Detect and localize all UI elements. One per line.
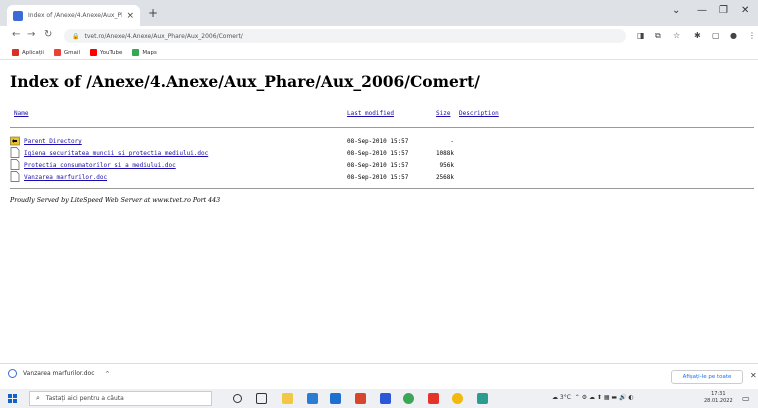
windows-taskbar: ⌕ Tastați aici pentru a căuta ☁ 3°C ⌃ ⚙ … — [0, 389, 758, 408]
windows-start-icon[interactable] — [8, 394, 17, 403]
profile-icon[interactable]: ● — [730, 31, 737, 40]
sort-by-modified-link[interactable]: Last modified — [347, 110, 394, 117]
download-shelf: Vanzarea marfurilor.doc ⌃ Afișați-le pe … — [0, 363, 758, 388]
row-modified: 08-Sep-2010 15:57 — [347, 162, 409, 169]
cortana-icon[interactable] — [233, 394, 242, 403]
sort-by-description-link[interactable]: Description — [459, 110, 499, 117]
bookmark-gmail[interactable]: Gmail — [53, 49, 80, 56]
tab-favicon-icon — [13, 10, 23, 21]
page-title: Index of /Anexe/4.Anexe/Aux_Phare/Aux_20… — [10, 72, 480, 91]
file-link[interactable]: Igiena securitatea muncii si protectia m… — [24, 150, 208, 157]
notifications-icon[interactable]: ▭ — [742, 394, 750, 403]
minimize-icon[interactable]: — — [697, 5, 707, 16]
tab-search-icon[interactable]: ⌄ — [672, 5, 680, 16]
mail-app-icon[interactable] — [330, 393, 341, 404]
sidepanel-icon[interactable]: ▢ — [712, 31, 720, 40]
sort-by-name-link[interactable]: Name — [14, 110, 28, 117]
file-explorer-icon[interactable] — [282, 393, 293, 404]
sort-by-size-link[interactable]: Size — [436, 110, 450, 117]
menu-icon[interactable]: ⋮ — [748, 31, 756, 40]
extensions-icon[interactable]: ✱ — [694, 31, 701, 40]
tab-close-icon[interactable]: × — [126, 11, 134, 21]
download-filename: Vanzarea marfurilor.doc — [23, 370, 95, 377]
apps-grid-icon — [12, 49, 19, 56]
lock-icon: 🔒 — [72, 32, 80, 40]
file-link[interactable]: Protectia consumatorilor si a mediului.d… — [24, 162, 176, 169]
task-view-icon[interactable] — [256, 393, 267, 404]
pdf-app-icon[interactable] — [428, 393, 439, 404]
address-url: tvet.ro/Anexe/4.Anexe/Aux_Phare/Aux_2006… — [84, 32, 243, 40]
reload-icon[interactable]: ↻ — [44, 29, 52, 40]
taskbar-clock[interactable]: 17:31 28.01.2022 — [704, 391, 733, 405]
close-shelf-icon[interactable]: ✕ — [750, 371, 757, 380]
share-icon[interactable]: ⧉ — [655, 31, 661, 41]
table-row: Protectia consumatorilor si a mediului.d… — [10, 159, 754, 170]
clock-time: 17:31 — [711, 391, 726, 397]
row-modified: 08-Sep-2010 15:57 — [347, 138, 409, 145]
file-link[interactable]: Vanzarea marfurilor.doc — [24, 174, 107, 181]
tray-icons: ⌃ ⚙ ☁ ⬆ ▦ ▬ 🔊 ◐ — [572, 394, 634, 401]
row-size: 956k — [439, 162, 454, 169]
word-app-icon[interactable] — [380, 393, 391, 404]
taskbar-search-placeholder: Tastați aici pentru a căuta — [45, 395, 124, 402]
download-item[interactable]: Vanzarea marfurilor.doc ⌃ — [8, 369, 110, 378]
translate-icon[interactable]: ◨ — [637, 31, 645, 40]
chrome-icon[interactable] — [403, 393, 414, 404]
office-app-icon[interactable] — [355, 393, 366, 404]
parent-directory-link[interactable]: Parent Directory — [24, 138, 82, 145]
listing-divider — [10, 188, 754, 189]
header-divider — [10, 127, 754, 128]
show-all-downloads-button[interactable]: Afișați-le pe toate — [671, 370, 743, 384]
new-tab-button[interactable]: + — [148, 6, 158, 20]
address-bar[interactable]: 🔒 tvet.ro/Anexe/4.Anexe/Aux_Phare/Aux_20… — [64, 29, 626, 43]
row-size: 1088k — [435, 150, 454, 157]
browser-toolbar: ← → ↻ 🔒 tvet.ro/Anexe/4.Anexe/Aux_Phare/… — [0, 26, 758, 46]
forward-arrow-icon[interactable]: → — [27, 29, 35, 40]
weather-icon: ☁ — [552, 394, 558, 401]
gmail-icon — [53, 49, 61, 56]
window-close-icon[interactable]: ✕ — [741, 5, 749, 16]
chevron-up-icon[interactable]: ⌃ — [105, 370, 111, 378]
row-modified: 08-Sep-2010 15:57 — [347, 174, 409, 181]
download-progress-icon — [8, 369, 17, 378]
row-size: 2568k — [435, 174, 454, 181]
folder-back-icon — [10, 136, 20, 146]
bookmark-apps[interactable]: Aplicații — [12, 49, 44, 56]
store-app-icon[interactable] — [307, 393, 318, 404]
row-modified: 08-Sep-2010 15:57 — [347, 150, 409, 157]
search-icon: ⌕ — [36, 394, 40, 402]
document-icon — [10, 171, 20, 182]
page-content: Index of /Anexe/4.Anexe/Aux_Phare/Aux_20… — [0, 61, 758, 361]
row-size: - — [450, 138, 454, 145]
system-tray[interactable]: ☁ 3°C ⌃ ⚙ ☁ ⬆ ▦ ▬ 🔊 ◐ — [552, 394, 634, 401]
bookmark-maps[interactable]: Maps — [132, 49, 157, 56]
server-signature: Proudly Served by LiteSpeed Web Server a… — [10, 197, 221, 204]
document-icon — [10, 159, 20, 170]
tab-strip: Index of /Anexe/4.Anexe/Aux_Ph × + ⌄ — ❐… — [0, 0, 758, 26]
weather-temp: 3°C — [559, 394, 571, 401]
bookmarks-bar: Aplicații Gmail YouTube Maps — [0, 46, 758, 60]
document-icon — [10, 147, 20, 158]
table-row: Igiena securitatea muncii si protectia m… — [10, 147, 754, 158]
maps-icon — [132, 49, 140, 56]
back-arrow-icon[interactable]: ← — [12, 29, 20, 40]
browser-tab[interactable]: Index of /Anexe/4.Anexe/Aux_Ph × — [7, 5, 140, 26]
table-row: Parent Directory 08-Sep-2010 15:57 - — [10, 135, 754, 146]
bookmark-star-icon[interactable]: ☆ — [673, 31, 680, 40]
maps-app-icon[interactable] — [477, 393, 488, 404]
listing-header: Name Last modified Size Description — [10, 110, 754, 122]
taskbar-search[interactable]: ⌕ Tastați aici pentru a căuta — [29, 391, 212, 406]
table-row: Vanzarea marfurilor.doc 08-Sep-2010 15:5… — [10, 171, 754, 182]
youtube-icon — [89, 49, 97, 56]
clock-date: 28.01.2022 — [704, 398, 733, 404]
tab-title: Index of /Anexe/4.Anexe/Aux_Ph — [28, 12, 123, 19]
browser-app-icon[interactable] — [452, 393, 463, 404]
maximize-icon[interactable]: ❐ — [719, 5, 728, 16]
bookmark-youtube[interactable]: YouTube — [89, 49, 122, 56]
